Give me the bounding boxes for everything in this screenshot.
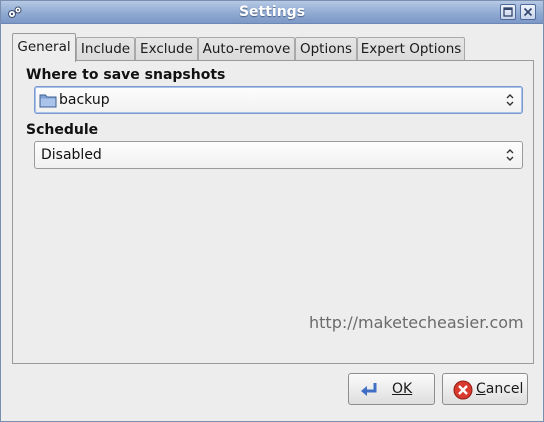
ok-button[interactable]: OK [348,373,435,405]
tab-include[interactable]: Include [76,37,135,62]
maximize-button[interactable] [500,4,516,20]
cancel-button[interactable]: Cancel [442,373,528,405]
tab-expert-options[interactable]: Expert Options [357,37,465,62]
cancel-mnemonic: C [476,381,486,397]
enter-arrow-icon [361,383,377,396]
ok-button-label: OK [392,381,413,397]
cancel-button-label: Cancel [476,381,523,397]
snapshots-location-combo[interactable]: backup [34,86,523,114]
watermark-text: http://maketecheasier.com [309,313,524,332]
tab-general[interactable]: General [12,33,76,62]
folder-icon [39,94,57,108]
updown-arrows-icon [506,94,514,106]
close-button[interactable] [520,4,536,20]
window-title: Settings [238,4,306,20]
updown-arrows-icon [506,149,514,161]
settings-window: Settings General Include Exclude Auto-re… [0,0,544,422]
snapshots-location-label: Where to save snapshots [26,67,226,83]
cancel-label-rest: ancel [485,381,524,397]
tab-options[interactable]: Options [295,37,357,62]
maximize-icon [503,7,513,17]
schedule-combo[interactable]: Disabled [34,141,523,169]
cancel-icon [453,380,473,400]
tab-exclude[interactable]: Exclude [135,37,198,62]
schedule-label: Schedule [26,122,99,138]
snapshots-location-value: backup [59,92,110,108]
tab-auto-remove[interactable]: Auto-remove [198,37,295,62]
close-icon [523,7,533,17]
title-bar[interactable]: Settings [1,1,543,24]
schedule-value: Disabled [41,147,102,163]
